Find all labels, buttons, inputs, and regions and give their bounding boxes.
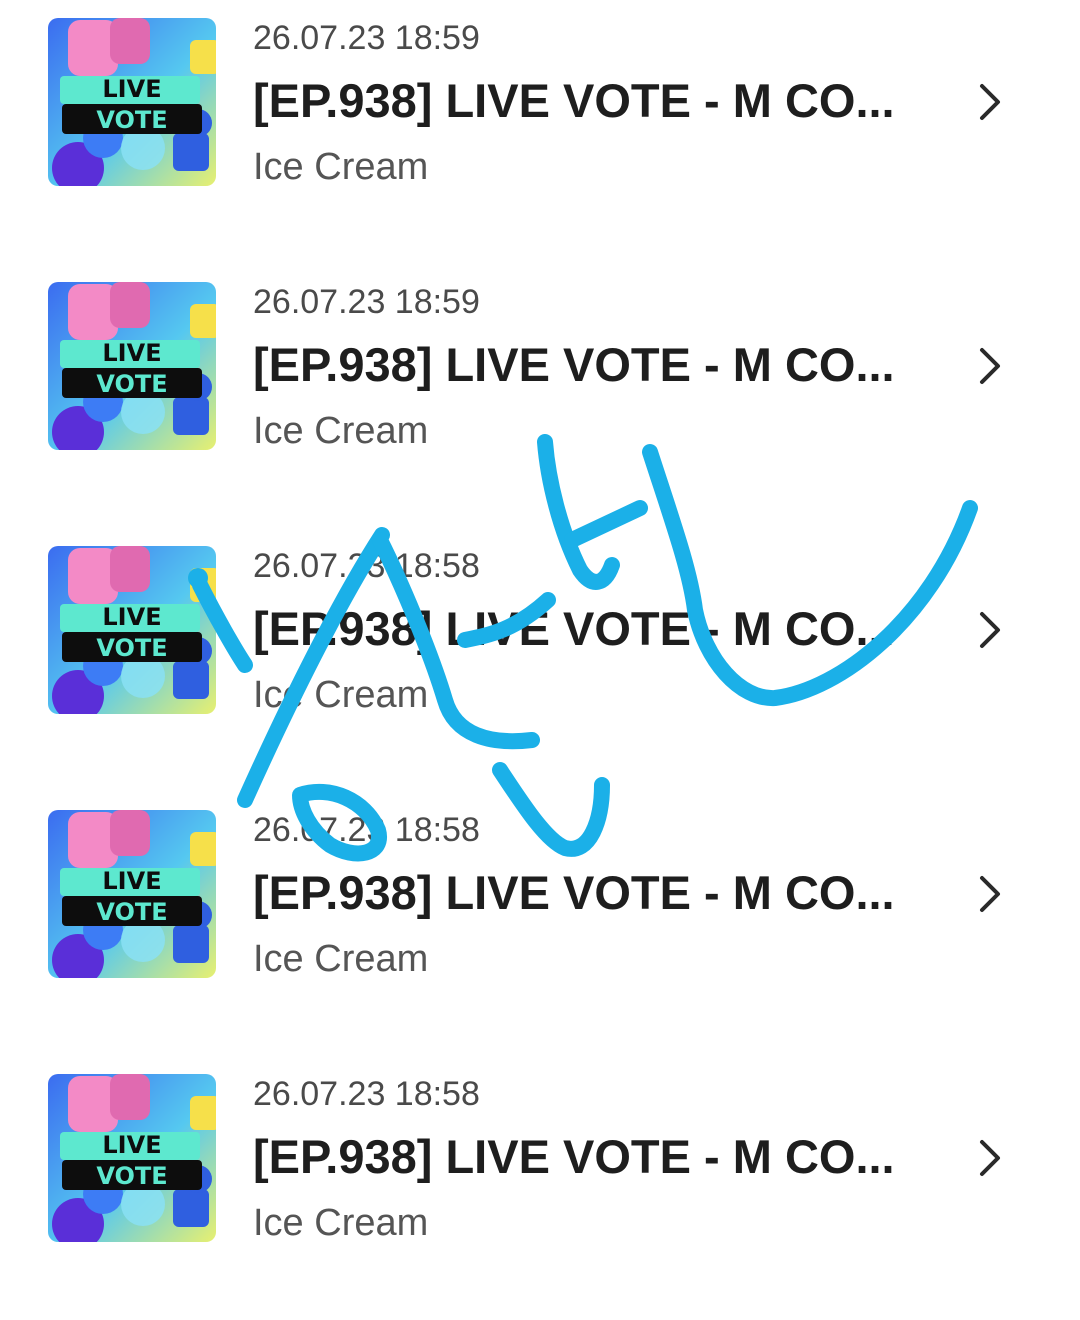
item-timestamp: 26.07.23 18:59 [253,19,480,57]
item-subtitle: Ice Cream [253,1202,429,1244]
item-title[interactable]: [EP.938] LIVE VOTE - M CO... [253,600,895,658]
thumb-text-live: LIVE [102,603,161,631]
thumb-text-live: LIVE [102,339,161,367]
item-timestamp: 26.07.23 18:58 [253,1075,480,1113]
list-item[interactable]: LIVE VOTE 26.07.23 18:58 [EP.938] LIVE V… [0,528,1080,792]
live-vote-thumbnail: LIVE VOTE [48,546,216,714]
list-item[interactable]: LIVE VOTE 26.07.23 18:58 [EP.938] LIVE V… [0,792,1080,1056]
chevron-right-icon[interactable] [970,1136,1010,1180]
live-vote-thumbnail: LIVE VOTE [48,18,216,186]
chevron-right-icon[interactable] [970,872,1010,916]
item-timestamp: 26.07.23 18:58 [253,811,480,849]
live-vote-thumbnail: LIVE VOTE [48,282,216,450]
list-item[interactable]: LIVE VOTE 26.07.23 18:58 [EP.938] LIVE V… [0,1056,1080,1320]
chevron-right-icon[interactable] [970,344,1010,388]
thumb-text-live: LIVE [102,75,161,103]
chevron-right-icon[interactable] [970,80,1010,124]
thumb-text-live: LIVE [102,1131,161,1159]
live-vote-thumbnail: LIVE VOTE [48,1074,216,1242]
live-vote-thumbnail: LIVE VOTE [48,810,216,978]
thumb-text-vote: VOTE [96,370,167,398]
item-subtitle: Ice Cream [253,674,429,716]
item-subtitle: Ice Cream [253,146,429,188]
item-subtitle: Ice Cream [253,938,429,980]
list-item[interactable]: LIVE VOTE 26.07.23 18:59 [EP.938] LIVE V… [0,264,1080,528]
item-timestamp: 26.07.23 18:59 [253,283,480,321]
thumb-text-vote: VOTE [96,106,167,134]
chevron-right-icon[interactable] [970,608,1010,652]
thumb-text-vote: VOTE [96,634,167,662]
vote-history-list: LIVE VOTE 26.07.23 18:59 [EP.938] LIVE V… [0,0,1080,1304]
thumb-text-live: LIVE [102,867,161,895]
item-subtitle: Ice Cream [253,410,429,452]
thumb-text-vote: VOTE [96,898,167,926]
item-title[interactable]: [EP.938] LIVE VOTE - M CO... [253,336,895,394]
list-item[interactable]: LIVE VOTE 26.07.23 18:59 [EP.938] LIVE V… [0,0,1080,264]
thumb-text-vote: VOTE [96,1162,167,1190]
item-title[interactable]: [EP.938] LIVE VOTE - M CO... [253,72,895,130]
item-title[interactable]: [EP.938] LIVE VOTE - M CO... [253,1128,895,1186]
item-title[interactable]: [EP.938] LIVE VOTE - M CO... [253,864,895,922]
item-timestamp: 26.07.23 18:58 [253,547,480,585]
